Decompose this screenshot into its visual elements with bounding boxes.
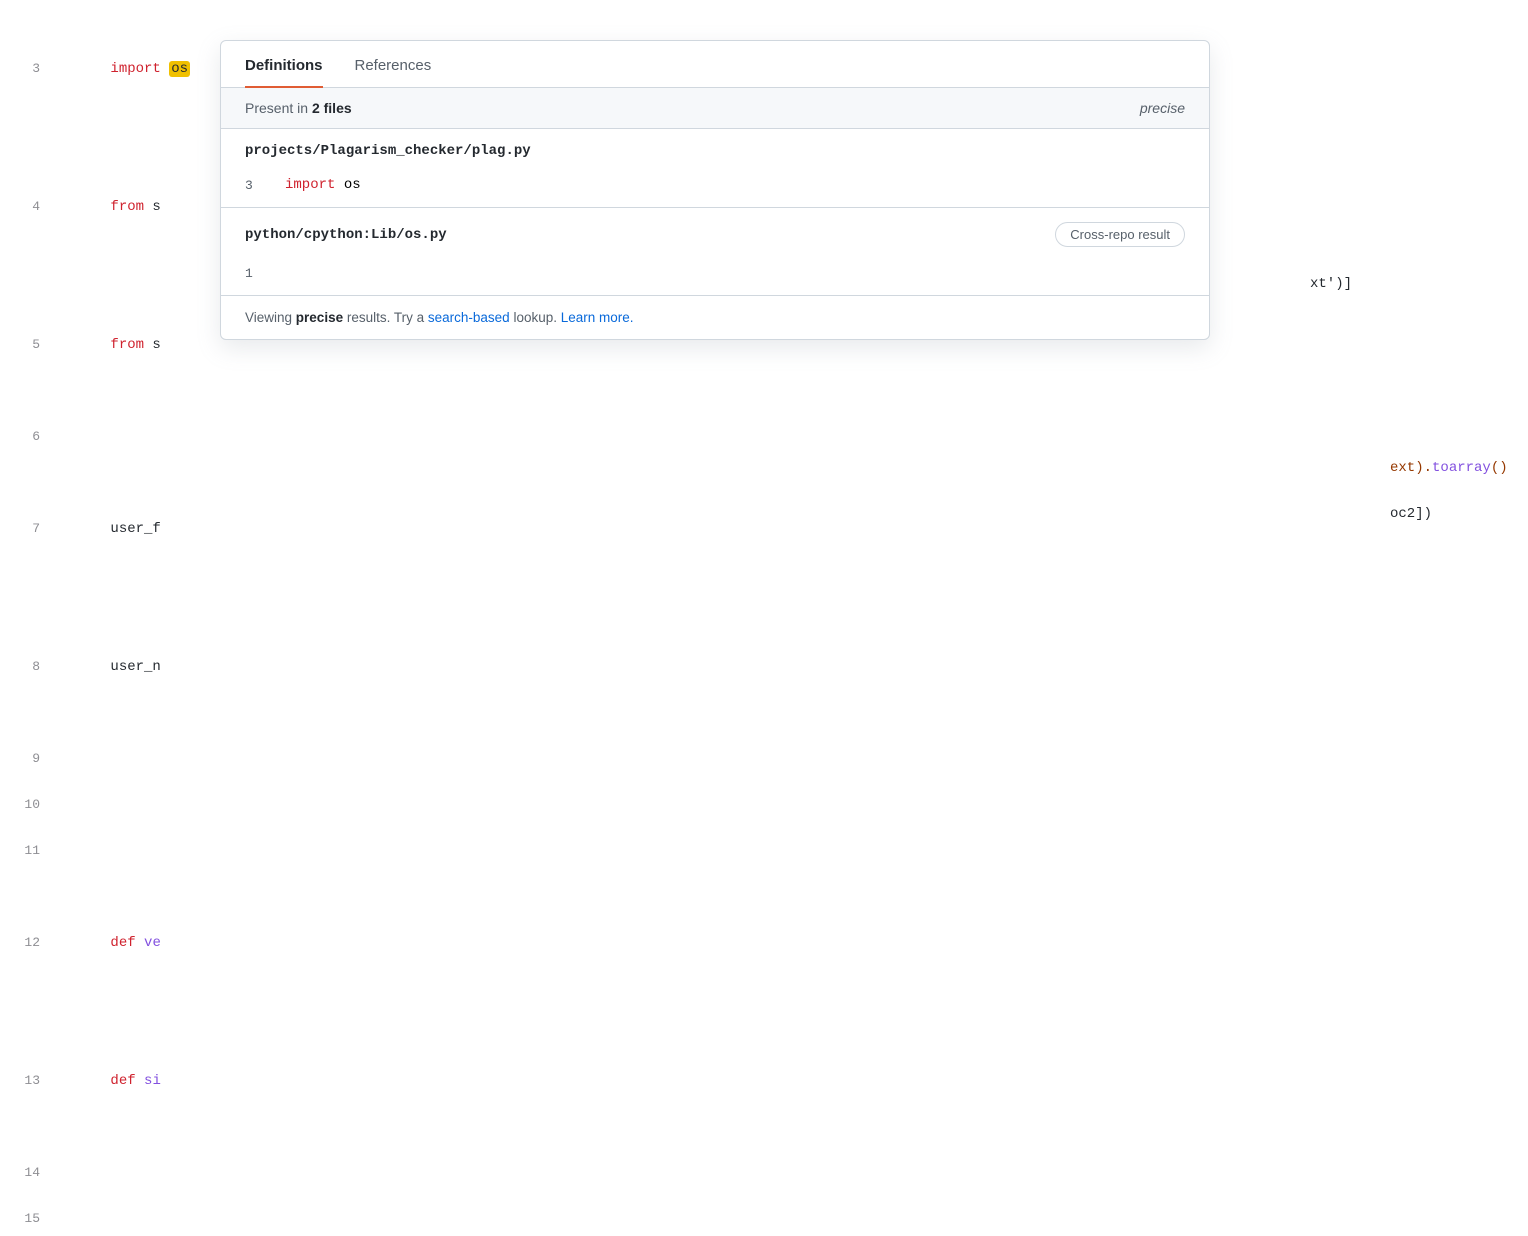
keyword-from: from [110,337,144,353]
file-path-2[interactable]: python/cpython:Lib/os.py [245,227,447,243]
file-code-content-1: import os [285,177,361,193]
file-line-num-1: 3 [245,178,265,193]
line-number: 9 [0,736,60,782]
code-content: def ve [60,874,1528,1012]
tab-references[interactable]: References [355,41,432,88]
code-content [60,782,1528,828]
search-based-link[interactable]: search-based [428,310,510,325]
code-content [60,736,1528,782]
footer-suffix: lookup. [510,310,561,325]
code-line-9: 9 [0,736,1528,782]
popup-footer: Viewing precise results. Try a search-ba… [221,296,1209,339]
file-header-2: python/cpython:Lib/os.py Cross-repo resu… [221,208,1209,261]
line-number: 13 [0,1058,60,1104]
line-number: 11 [0,828,60,874]
code-line-15: 15 [0,1196,1528,1236]
learn-more-link[interactable]: Learn more. [561,310,634,325]
keyword-import: import [110,61,160,77]
os-token: os [169,61,190,77]
code-line-8: 8 user_n [0,598,1528,736]
line-number: 5 [0,322,60,368]
line-number: 4 [0,184,60,230]
file-header-1: projects/Plagarism_checker/plag.py [221,129,1209,173]
file-line-num-2: 1 [245,266,265,281]
footer-prefix: Viewing [245,310,296,325]
code-line-10: 10 [0,782,1528,828]
summary-bar: Present in 2 files precise [221,88,1209,129]
code-content [60,828,1528,874]
import-rest-1: os [335,177,360,193]
summary-prefix: Present in [245,100,312,116]
cross-repo-badge: Cross-repo result [1055,222,1185,247]
code-line-6: 6 [0,414,1528,460]
code-content [60,1150,1528,1196]
file-code-1: 3 import os [221,173,1209,207]
line-number: 3 [0,46,60,92]
popup-tabs: Definitions References [221,41,1209,88]
file-code-2: 1 [221,261,1209,295]
right-code-oc2: oc2]) [1390,506,1432,522]
footer-middle: results. Try a [343,310,428,325]
definitions-popup: Definitions References Present in 2 file… [220,40,1210,340]
right-code-toarray: ext).toarray() [1390,460,1508,476]
file-section-1: projects/Plagarism_checker/plag.py 3 imp… [221,129,1209,208]
right-code-xt: xt')] [1310,276,1352,292]
summary-text: Present in 2 files [245,100,352,116]
code-line-14: 14 [0,1150,1528,1196]
code-content: user_f [60,460,1528,598]
keyword-def: def [110,1073,135,1089]
line-number: 12 [0,920,60,966]
code-line-12: 12 def ve [0,874,1528,1012]
line-number: 15 [0,1196,60,1236]
line-number: 6 [0,414,60,460]
line-number: 14 [0,1150,60,1196]
code-content [60,1196,1528,1236]
code-content: def si [60,1012,1528,1150]
line-number: 7 [0,506,60,552]
code-line-11: 11 [0,828,1528,874]
code-line-7: 7 user_f [0,460,1528,598]
summary-suffix: files [320,100,352,116]
line-number: 10 [0,782,60,828]
file-path-1[interactable]: projects/Plagarism_checker/plag.py [245,143,531,159]
code-content [60,414,1528,460]
summary-count: 2 [312,100,320,116]
line-number: 8 [0,644,60,690]
code-line-13: 13 def si [0,1012,1528,1150]
keyword-def: def [110,935,135,951]
tab-definitions[interactable]: Definitions [245,41,323,88]
file-section-2: python/cpython:Lib/os.py Cross-repo resu… [221,208,1209,296]
precise-label: precise [1140,100,1185,116]
file-code-content-2 [285,265,293,281]
code-content: user_n [60,598,1528,736]
import-keyword-1: import [285,177,335,193]
footer-precise: precise [296,310,343,325]
keyword-from: from [110,199,144,215]
